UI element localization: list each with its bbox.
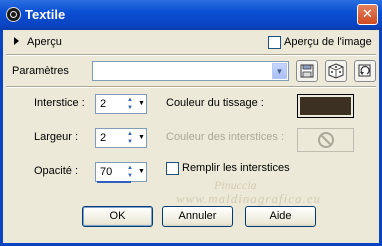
couleur-interstices-label: Couleur des interstices : [166, 131, 284, 143]
image-preview-label: Aperçu de l'image [284, 36, 372, 48]
largeur-stepper[interactable]: 2 ▲ ▼ ▼ [95, 128, 147, 148]
window-title: Textile [25, 7, 66, 22]
spin-down-icon[interactable]: ▼ [124, 172, 136, 180]
couleur-tissage-label: Couleur du tissage : [166, 97, 264, 109]
chevron-down-icon[interactable]: ▼ [272, 63, 287, 79]
presets-dropdown[interactable]: ▼ [92, 61, 289, 81]
separator [6, 54, 376, 56]
opacity-slider-track[interactable] [97, 181, 131, 183]
interstice-stepper[interactable]: 2 ▲ ▼ ▼ [95, 94, 147, 114]
weave-color-swatch[interactable] [297, 94, 354, 118]
chevron-down-icon[interactable]: ▼ [137, 96, 146, 112]
presets-label: Paramètres [12, 65, 69, 77]
cancel-button[interactable]: Annuler [162, 206, 233, 227]
close-button[interactable]: ✕ [357, 4, 378, 25]
opacite-stepper[interactable]: 70 ▲ ▼ ▼ [95, 162, 147, 182]
floppy-disk-icon [300, 64, 314, 78]
watermark-line2: www.maldinagrafica.eu [176, 191, 321, 206]
interstice-label: Interstice : [34, 97, 85, 109]
interstice-value[interactable]: 2 [100, 98, 106, 110]
app-icon [6, 7, 21, 22]
spin-up-icon[interactable]: ▲ [124, 164, 136, 172]
dice-icon [328, 63, 344, 79]
random-preset-button[interactable] [325, 60, 347, 82]
fill-gaps-checkbox[interactable] [166, 162, 179, 175]
spin-up-icon[interactable]: ▲ [124, 130, 136, 138]
largeur-value[interactable]: 2 [100, 132, 106, 144]
save-preset-button[interactable] [296, 60, 318, 82]
reset-icon [358, 64, 371, 77]
chevron-down-icon[interactable]: ▼ [137, 130, 146, 146]
expand-arrow-icon[interactable] [14, 37, 19, 45]
opacite-value[interactable]: 70 [100, 166, 112, 178]
spin-arrows[interactable]: ▲ ▼ [124, 164, 136, 180]
gap-color-swatch[interactable] [297, 128, 354, 152]
separator [6, 86, 376, 88]
ok-button[interactable]: OK [82, 206, 153, 227]
spin-down-icon[interactable]: ▼ [124, 138, 136, 146]
help-button[interactable]: Aide [245, 206, 316, 227]
spin-up-icon[interactable]: ▲ [124, 96, 136, 104]
no-symbol-icon [318, 132, 334, 148]
image-preview-checkbox[interactable] [268, 36, 281, 49]
chevron-down-icon[interactable]: ▼ [137, 164, 146, 180]
weave-color-fill [300, 97, 351, 115]
reset-preset-button[interactable] [354, 60, 376, 82]
largeur-label: Largeur : [34, 131, 79, 143]
spin-arrows[interactable]: ▲ ▼ [124, 96, 136, 112]
spin-down-icon[interactable]: ▼ [124, 104, 136, 112]
preview-label[interactable]: Aperçu [27, 36, 62, 48]
spin-arrows[interactable]: ▲ ▼ [124, 130, 136, 146]
opacite-label: Opacité : [34, 165, 79, 177]
fill-gaps-label: Remplir les interstices [182, 162, 290, 174]
title-bar: Textile ✕ [0, 0, 382, 30]
